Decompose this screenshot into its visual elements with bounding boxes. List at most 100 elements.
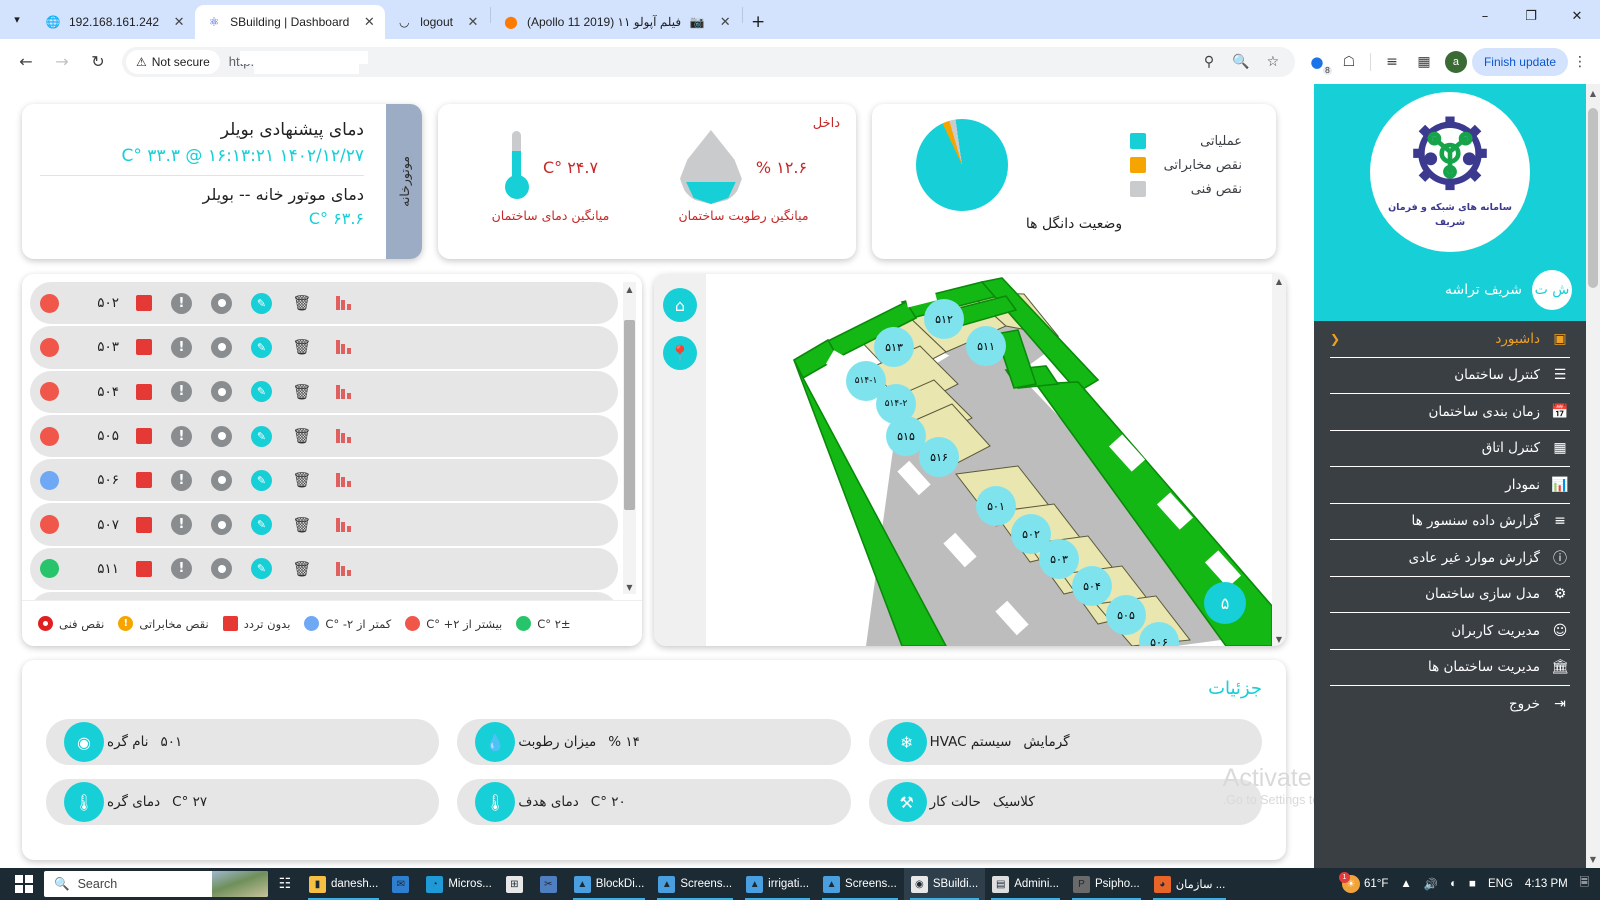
- stop-square-icon[interactable]: [136, 428, 152, 445]
- room-pin[interactable]: ۵۱۱: [969, 329, 1003, 363]
- scroll-up-icon[interactable]: ▲: [1586, 84, 1600, 102]
- map-scrollbar[interactable]: ▲ ▼: [1272, 274, 1286, 646]
- maximize-button[interactable]: ❐: [1508, 0, 1554, 32]
- signal-bars-icon[interactable]: [332, 473, 354, 488]
- stop-square-icon[interactable]: [136, 472, 152, 489]
- close-icon[interactable]: ✕: [717, 14, 733, 30]
- table-row[interactable]: ۵۰۴! ✎ 🗑: [30, 370, 618, 413]
- target-icon[interactable]: [211, 336, 232, 358]
- room-pin[interactable]: ۵۱۲: [927, 302, 961, 336]
- notification-icon[interactable]: 🗏: [1575, 875, 1594, 894]
- zoom-icon[interactable]: 🔍: [1227, 48, 1255, 76]
- delete-trash-icon[interactable]: 🗑: [291, 336, 313, 358]
- finish-update-button[interactable]: Finish update: [1471, 47, 1568, 76]
- home-icon[interactable]: ⌂: [663, 288, 697, 322]
- floor-badge[interactable]: ۵: [1204, 582, 1246, 624]
- sidebar-item-logout[interactable]: ⇥ خروج: [1330, 686, 1570, 723]
- tab-search-icon[interactable]: ▾: [0, 0, 34, 39]
- star-icon[interactable]: ☆: [1259, 48, 1287, 76]
- close-icon[interactable]: ✕: [171, 14, 187, 30]
- signal-bars-icon[interactable]: [332, 296, 354, 311]
- puzzle-icon[interactable]: ☖: [1335, 48, 1363, 76]
- alert-icon[interactable]: !: [171, 558, 192, 580]
- sidebar-item-user-management[interactable]: ☺ مدیریت کاربران: [1330, 613, 1570, 650]
- sidebar-item-building-modeling[interactable]: ⚙ مدل سازی ساختمان: [1330, 577, 1570, 613]
- alert-icon[interactable]: !: [171, 381, 192, 403]
- browser-tab-3[interactable]: ⬤ فیلم آپولو ۱۱ (Apollo 11 2019) 📷 ✕: [492, 5, 741, 39]
- browser-tab-1[interactable]: ⚛ SBuilding | Dashboard ✕: [195, 5, 386, 39]
- key-icon[interactable]: ⚲: [1195, 48, 1223, 76]
- address-bar[interactable]: ⚠ Not secure http. ⚲ 🔍 ☆: [122, 46, 1295, 77]
- stop-square-icon[interactable]: [136, 560, 152, 577]
- clock[interactable]: 4:13 PM: [1520, 878, 1573, 890]
- windows-icon[interactable]: [4, 868, 44, 900]
- room-pin[interactable]: ۵۱۶: [922, 440, 956, 474]
- scroll-up-icon[interactable]: ▲: [1272, 274, 1286, 288]
- scrollbar-thumb[interactable]: [624, 320, 635, 510]
- room-pin[interactable]: ۵۱۳: [877, 330, 911, 364]
- room-pin[interactable]: ۵۰۵: [1109, 598, 1143, 632]
- table-row[interactable]: ۵۰۲! ✎ 🗑: [30, 282, 618, 325]
- browser-tab-0[interactable]: 🌐 192.168.161.242 ✕: [34, 5, 195, 39]
- page-scrollbar[interactable]: ▲ ▼: [1586, 84, 1600, 868]
- table-row[interactable]: ۵۰۷! ✎ 🗑: [30, 503, 618, 546]
- weather-widget[interactable]: ☀ 1 61°F: [1337, 872, 1393, 893]
- edit-pencil-icon[interactable]: ✎: [251, 514, 272, 536]
- stop-square-icon[interactable]: [136, 339, 152, 356]
- scroll-down-icon[interactable]: ▼: [1586, 850, 1600, 868]
- delete-trash-icon[interactable]: 🗑: [291, 381, 313, 403]
- delete-trash-icon[interactable]: 🗑: [291, 292, 313, 314]
- table-row[interactable]: ۵۰۳! ✎ 🗑: [30, 326, 618, 369]
- reload-icon[interactable]: ↻: [83, 47, 113, 77]
- avatar[interactable]: a: [1444, 50, 1467, 73]
- building-3d-canvas[interactable]: ۵۱۲ ۵۱۳ ۵۱۱ ۵۱۴-۱ ۵۱۴-۲ ۵۱۵ ۵۱۶ ۵۰۱ ۵۰۲ ۵۰۳ ۵۰۴ ۵۰۵…: [706, 274, 1272, 646]
- sidebar-item-room-control[interactable]: ▦ کنترل اتاق: [1330, 431, 1570, 467]
- taskbar-app[interactable]: ▲ Screens...: [816, 868, 904, 900]
- sync-icon[interactable]: ● 8: [1303, 48, 1332, 76]
- sidebar-item-building-schedule[interactable]: 📅 زمان بندی ساختمان: [1330, 394, 1570, 431]
- battery-icon[interactable]: ■: [1464, 878, 1481, 890]
- taskbar-app[interactable]: ⊞: [499, 868, 533, 900]
- room-pin[interactable]: ۵۰۳: [1042, 542, 1076, 576]
- sidebar-item-chart[interactable]: 📊 نمودار: [1330, 467, 1570, 504]
- delete-trash-icon[interactable]: 🗑: [291, 425, 313, 447]
- new-tab-button[interactable]: +: [744, 8, 772, 36]
- target-icon[interactable]: [211, 558, 232, 580]
- taskbar-app[interactable]: ✉: [385, 868, 419, 900]
- delete-trash-icon[interactable]: 🗑: [291, 469, 313, 491]
- sidebar-item-dashboard[interactable]: ▣ داشبورد ❮: [1330, 321, 1570, 358]
- signal-bars-icon[interactable]: [332, 384, 354, 399]
- signal-bars-icon[interactable]: [332, 517, 354, 532]
- taskbar-app[interactable]: ◔ Micros...: [419, 868, 498, 900]
- edit-pencil-icon[interactable]: ✎: [251, 336, 272, 358]
- room-pin[interactable]: ۵۰۴: [1075, 569, 1109, 603]
- signal-bars-icon[interactable]: [332, 561, 354, 576]
- scroll-up-icon[interactable]: ▲: [623, 282, 636, 296]
- forward-icon[interactable]: →: [47, 47, 77, 77]
- list-icon[interactable]: ≡: [1378, 48, 1406, 76]
- wifi-icon[interactable]: ◐: [1445, 878, 1462, 890]
- sidebar-item-anomaly-report[interactable]: ⓘ گزارش موارد غیر عادی: [1330, 540, 1570, 577]
- alert-icon[interactable]: !: [171, 292, 192, 314]
- target-icon[interactable]: [211, 292, 232, 314]
- chevron-up-icon[interactable]: ▲: [1395, 878, 1416, 890]
- taskbar-app[interactable]: ▲ BlockDi...: [567, 868, 652, 900]
- edit-pencil-icon[interactable]: ✎: [251, 425, 272, 447]
- location-pin-icon[interactable]: 📍: [663, 336, 697, 370]
- sidebar-item-sensor-report[interactable]: ≡ گزارش داده سنسور ها: [1330, 504, 1570, 540]
- device-list-scrollbar[interactable]: ▲ ▼: [623, 282, 636, 594]
- taskbar-app[interactable]: ▮ danesh...: [302, 868, 385, 900]
- target-icon[interactable]: [211, 514, 232, 536]
- taskbar-app[interactable]: ▲ Screens...: [651, 868, 739, 900]
- signal-bars-icon[interactable]: [332, 340, 354, 355]
- kebab-icon[interactable]: ⋮: [1568, 48, 1592, 76]
- user-profile[interactable]: ش ت شریف تراشه: [1314, 259, 1586, 321]
- table-row[interactable]: ۵۰۵! ✎ 🗑: [30, 414, 618, 458]
- alert-icon[interactable]: !: [171, 469, 192, 491]
- scroll-down-icon[interactable]: ▼: [1272, 632, 1286, 646]
- room-pin[interactable]: ۵۱۴-۲: [879, 387, 913, 421]
- device-list-scroll-area[interactable]: ۵۰۲! ✎ 🗑 ۵۰۳! ✎ 🗑 ۵۰۴! ✎ 🗑 ۵۰۵! ✎ 🗑 ۵۰۶! ✎ 🗑 ۵۰۷! ✎ 🗑 ۵۱۱!…: [22, 282, 642, 635]
- taskbar-app[interactable]: ◕ سازمان ...: [1147, 868, 1233, 900]
- panel-icon[interactable]: ▦: [1410, 48, 1438, 76]
- edit-pencil-icon[interactable]: ✎: [251, 292, 272, 314]
